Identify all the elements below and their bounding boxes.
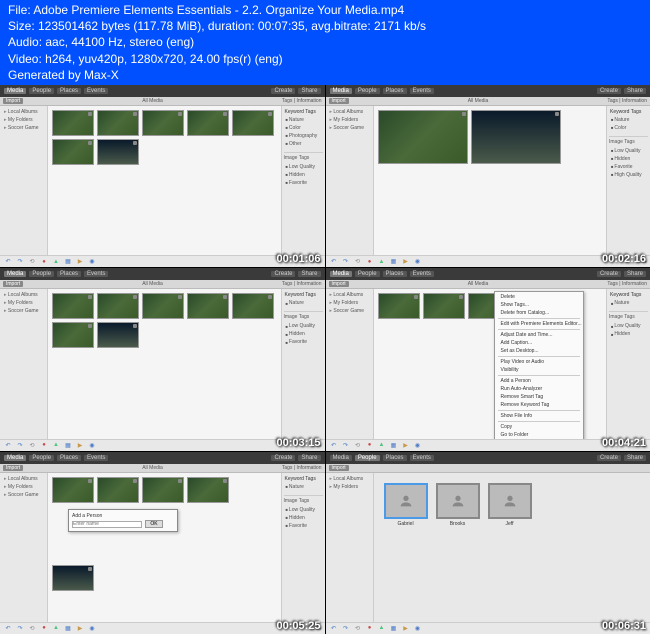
- menu-item[interactable]: Delete: [495, 293, 583, 301]
- info-header: File: Adobe Premiere Elements Essentials…: [0, 0, 650, 85]
- redo-icon[interactable]: ↷: [15, 258, 25, 266]
- audio-line: Audio: aac, 44100 Hz, stereo (eng): [8, 34, 642, 50]
- timestamp: 00:02:16: [602, 253, 646, 265]
- frame-5: MediaPeoplePlacesEventsCreateShare Impor…: [0, 452, 325, 634]
- timestamp: 00:05:25: [276, 620, 320, 632]
- clip-thumb[interactable]: [378, 110, 468, 164]
- tag-item[interactable]: Hidden: [284, 171, 323, 179]
- menu-item[interactable]: Remove Keyword Tag: [495, 401, 583, 409]
- person-name-input[interactable]: [72, 521, 142, 528]
- menu-item[interactable]: Remove Smart Tag: [495, 393, 583, 401]
- dialog-title: Add a Person: [72, 513, 174, 519]
- person-name: Gabriel: [397, 521, 413, 527]
- menu-item[interactable]: Set as Desktop...: [495, 347, 583, 355]
- frame-3: MediaPeoplePlacesEventsCreateShare Impor…: [0, 268, 325, 450]
- tag-item[interactable]: Favorite: [284, 179, 323, 187]
- tag-item[interactable]: Nature: [284, 116, 323, 124]
- frame-2: MediaPeoplePlacesEventsCreateShare Impor…: [326, 85, 650, 267]
- tab-events[interactable]: Events: [84, 88, 108, 94]
- calendar-icon[interactable]: ▦: [63, 258, 73, 266]
- clip-thumb[interactable]: [97, 110, 139, 136]
- person-icon: [384, 483, 428, 519]
- person-card[interactable]: Gabriel: [384, 483, 428, 527]
- rotate-icon[interactable]: ⟲: [27, 258, 37, 266]
- person-icon: [436, 483, 480, 519]
- timestamp: 00:04:21: [602, 437, 646, 449]
- people-grid: Gabriel Brooks Jeff: [374, 473, 650, 622]
- context-menu: Delete Show Tags... Delete from Catalog.…: [494, 291, 584, 438]
- person-name: Brooks: [450, 521, 466, 527]
- person-card[interactable]: Jeff: [488, 483, 532, 527]
- clip-thumb[interactable]: [52, 139, 94, 165]
- sidebar-item-folders[interactable]: My Folders: [2, 116, 45, 124]
- subbar: Import All Media Tags | Information: [0, 97, 325, 106]
- frame-6: MediaPeoplePlacesEventsCreateShare Impor…: [326, 452, 650, 634]
- menu-item[interactable]: Add a Person: [495, 377, 583, 385]
- tags-title: Keyword Tags: [284, 108, 323, 116]
- clip-thumb[interactable]: [187, 110, 229, 136]
- frame-4: MediaPeoplePlacesEventsCreateShare Impor…: [326, 268, 650, 450]
- media-grid: [48, 106, 281, 255]
- file-line: File: Adobe Premiere Elements Essentials…: [8, 2, 642, 18]
- menu-item[interactable]: Copy: [495, 423, 583, 431]
- btn-create[interactable]: Create: [271, 88, 295, 94]
- tag-item[interactable]: Color: [284, 124, 323, 132]
- add-person-dialog: Add a Person OK: [68, 509, 178, 532]
- person-card[interactable]: Brooks: [436, 483, 480, 527]
- person-name: Jeff: [506, 521, 514, 527]
- menu-item[interactable]: Run Auto-Analyzer: [495, 385, 583, 393]
- tab-media[interactable]: Media: [4, 88, 26, 94]
- menu-item[interactable]: Play Video or Audio: [495, 358, 583, 366]
- menu-item[interactable]: Add Caption...: [495, 339, 583, 347]
- timestamp: 00:01:06: [276, 253, 320, 265]
- gen-line: Generated by Max-X: [8, 67, 642, 83]
- tag-item[interactable]: Other: [284, 140, 323, 148]
- menu-item[interactable]: Go to Folder: [495, 431, 583, 438]
- sidebar-item-soccer[interactable]: Soccer Game: [2, 124, 45, 132]
- menu-item[interactable]: Show Tags...: [495, 301, 583, 309]
- video-line: Video: h264, yuv420p, 1280x720, 24.00 fp…: [8, 51, 642, 67]
- sidebar: Local Albums My Folders Soccer Game: [0, 106, 48, 255]
- tags-panel: Keyword Tags Nature Color Photography Ot…: [281, 106, 325, 255]
- timestamp: 00:03:15: [276, 437, 320, 449]
- timestamp: 00:06:31: [602, 620, 646, 632]
- menu-item[interactable]: Delete from Catalog...: [495, 309, 583, 317]
- thumbnail-grid: Media People Places Events Create Share …: [0, 85, 650, 634]
- slideshow-icon[interactable]: ◉: [87, 258, 97, 266]
- undo-icon[interactable]: ↶: [3, 258, 13, 266]
- frame-1: Media People Places Events Create Share …: [0, 85, 325, 267]
- app-topbar: Media People Places Events Create Share: [0, 85, 325, 97]
- tag-icon[interactable]: ●: [39, 258, 49, 266]
- menu-item[interactable]: Visibility: [495, 366, 583, 374]
- clip-thumb[interactable]: [142, 110, 184, 136]
- image-tags-title: Image Tags: [284, 152, 323, 163]
- tag-item[interactable]: Low Quality: [284, 163, 323, 171]
- clip-thumb[interactable]: [52, 110, 94, 136]
- menu-item[interactable]: Edit with Premiere Elements Editor...: [495, 320, 583, 328]
- tab-places[interactable]: Places: [57, 88, 81, 94]
- btn-share[interactable]: Share: [298, 88, 320, 94]
- ok-button[interactable]: OK: [145, 520, 162, 528]
- clip-thumb[interactable]: [97, 139, 139, 165]
- sidebar-item-albums[interactable]: Local Albums: [2, 108, 45, 116]
- tab-people[interactable]: People: [29, 88, 54, 94]
- person-icon: [488, 483, 532, 519]
- all-media-label: All Media: [142, 98, 163, 104]
- pin-icon[interactable]: ▲: [51, 258, 61, 266]
- import-button[interactable]: Import: [3, 98, 23, 104]
- size-line: Size: 123501462 bytes (117.78 MiB), dura…: [8, 18, 642, 34]
- clip-thumb[interactable]: [232, 110, 274, 136]
- play-icon[interactable]: ▶: [75, 258, 85, 266]
- menu-item[interactable]: Show File Info: [495, 412, 583, 420]
- menu-item[interactable]: Adjust Date and Time...: [495, 331, 583, 339]
- clip-thumb[interactable]: [471, 110, 561, 164]
- tag-item[interactable]: Photography: [284, 132, 323, 140]
